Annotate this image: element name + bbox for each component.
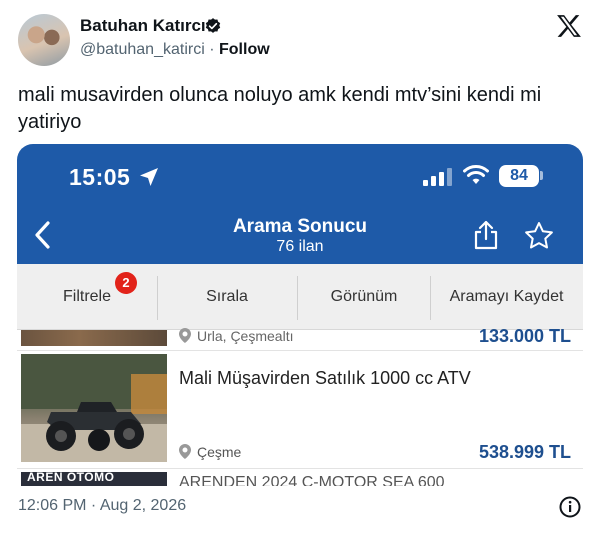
author-name[interactable]: Batuhan Katırcı — [80, 16, 206, 36]
battery-level: 84 — [510, 167, 528, 184]
listing-location-text: Çeşme — [197, 444, 242, 460]
author-handle[interactable]: @batuhan_katirci — [80, 41, 205, 58]
tweet-timestamp[interactable]: 12:06 PM · Aug 2, 2026 — [18, 497, 186, 515]
verified-icon — [205, 18, 221, 33]
listing-location: Urla, Çeşmealtı — [179, 328, 293, 344]
tweet-media[interactable]: 15:05 84 Arama Sonucu 76 ilan Filtrele S… — [17, 144, 583, 486]
listing-title[interactable]: ARENDEN 2024 C-MOTOR SEA 600 — [179, 474, 445, 486]
listing-divider — [17, 468, 583, 469]
tweet-text: mali musavirden olunca noluyo amk kendi … — [18, 84, 542, 133]
follow-button[interactable]: Follow — [219, 41, 270, 58]
sort-button[interactable]: Sırala — [157, 264, 297, 330]
battery-indicator: 84 — [499, 165, 539, 187]
atv-photo[interactable] — [21, 354, 167, 462]
separator-dot: · — [209, 41, 215, 58]
filter-button[interactable]: Filtrele — [17, 264, 157, 330]
atv-illustration — [21, 354, 167, 462]
battery-tip — [540, 171, 543, 180]
share-icon[interactable] — [473, 220, 499, 250]
filter-count-badge: 2 — [115, 272, 137, 294]
location-arrow-icon — [140, 168, 158, 186]
save-search-button[interactable]: Aramayı Kaydet — [430, 264, 583, 330]
location-pin-icon — [179, 328, 191, 343]
info-icon[interactable] — [559, 496, 581, 518]
listing-title[interactable]: Mali Müşavirden Satılık 1000 cc ATV — [179, 368, 471, 389]
avatar[interactable] — [18, 14, 70, 66]
listing-thumbnail[interactable] — [21, 330, 167, 346]
x-logo-icon[interactable] — [556, 14, 582, 38]
listing-price: 538.999 TL — [478, 442, 571, 462]
listing-location-text: Urla, Çeşmealtı — [197, 328, 294, 344]
signal-icon — [423, 168, 452, 186]
listing-price: 133.000 TL — [478, 326, 571, 346]
listing-thumbnail[interactable]: AREN OTOMO — [21, 470, 167, 486]
handle-line: @batuhan_katirci · Follow — [80, 41, 270, 59]
toolbar: Filtrele Sırala Görünüm Aramayı Kaydet — [17, 264, 583, 330]
listing-location: Çeşme — [179, 444, 241, 460]
view-button[interactable]: Görünüm — [297, 264, 431, 330]
wifi-icon — [463, 165, 489, 184]
location-pin-icon — [179, 444, 191, 459]
thumbnail-sign-text: AREN OTOMO — [27, 470, 115, 484]
favorite-star-icon[interactable] — [523, 220, 555, 252]
status-time: 15:05 — [69, 164, 131, 190]
listing-divider — [17, 350, 583, 351]
